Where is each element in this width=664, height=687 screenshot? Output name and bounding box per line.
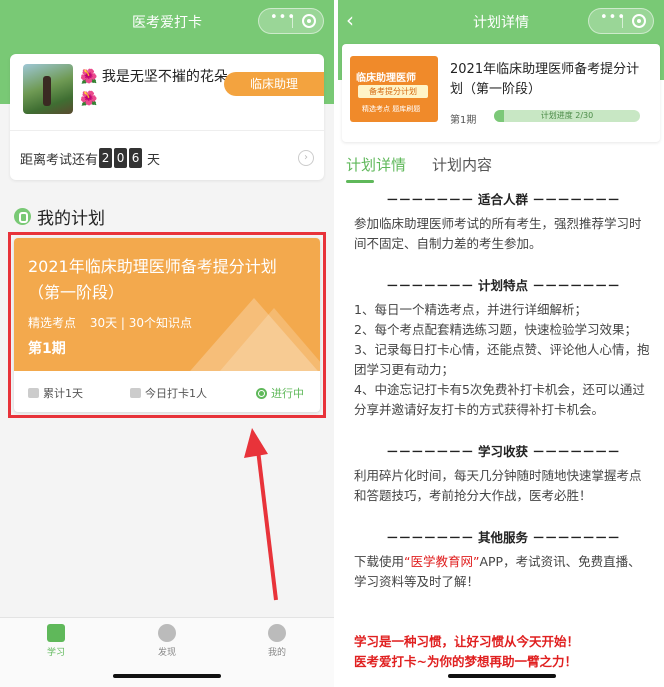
slogan: 学习是一种习惯，让好习惯从今天开始！ 医考爱打卡~为你的梦想再助一臂之力！ [354, 632, 654, 672]
annotation-arrow [244, 428, 278, 601]
home-indicator [448, 674, 556, 678]
progress-text: 计划进度 2/30 [540, 111, 594, 120]
feature-line: 1、每日一个精选考点，并进行详细解析； [354, 302, 587, 317]
capsule-divider [622, 15, 623, 28]
tab-plan-content[interactable]: 计划内容 [432, 154, 492, 175]
active-tab-indicator [346, 180, 374, 183]
slogan-line-1: 学习是一种习惯，让好习惯从今天开始！ [354, 634, 580, 649]
section-heading: －－－－－－－ 计划特点 －－－－－－－ [386, 278, 620, 293]
section-benefits: －－－－－－－ 学习收获 －－－－－－－ 利用碎片化时间，每天几分钟随时随地快速… [354, 442, 652, 506]
section-text: 下载使用“医学教育网”APP，考试资讯、免费直播、学习资料等及时了解！ [354, 552, 652, 592]
section-heading: －－－－－－－ 适合人群 －－－－－－－ [386, 192, 620, 207]
services-prefix: 下载使用 [354, 554, 405, 569]
course-thumbnail: 临床助理医师 备考提分计划 精选考点 题库刷题 [350, 56, 438, 122]
thumb-subtitle: 备考提分计划 [358, 85, 428, 98]
arrow-head [244, 428, 268, 458]
section-services: －－－－－－－ 其他服务 －－－－－－－ 下载使用“医学教育网”APP，考试资讯… [354, 528, 652, 592]
detail-tabs: 计划详情 计划内容 [346, 154, 656, 184]
feature-line: 2、每个考点配套精选练习题，快速检验学习效果； [354, 322, 637, 337]
course-title: 2021年临床助理医师备考提分计划（第一阶段） [450, 62, 640, 97]
nav-bar: ‹ 计划详情 ••• [338, 0, 664, 44]
slogan-line-2: 医考爱打卡~为你的梦想再助一臂之力！ [354, 654, 577, 669]
thumb-title: 临床助理医师 [356, 73, 416, 84]
close-target-icon[interactable] [632, 14, 646, 28]
arrow-shaft [256, 449, 278, 601]
section-heading: －－－－－－－ 其他服务 －－－－－－－ [386, 530, 620, 545]
section-audience: －－－－－－－ 适合人群 －－－－－－－ 参加临床助理医师考试的所有考生，强烈推… [354, 190, 652, 254]
plan-description: －－－－－－－ 适合人群 －－－－－－－ 参加临床助理医师考试的所有考生，强烈推… [354, 190, 652, 614]
feature-line: 4、中途忘记打卡有5次免费补打卡机会，还可以通过分享并邀请好友打卡的方式获得补打… [354, 382, 645, 417]
section-text: 利用碎片化时间，每天几分钟随时随地快速掌握考点和答题技巧，考前抢分大作战，医考必… [354, 468, 642, 503]
thumb-tagline: 精选考点 题库刷题 [362, 105, 421, 113]
plan-progress-bar: 计划进度 2/30 [494, 110, 640, 122]
section-features: －－－－－－－ 计划特点 －－－－－－－ 1、每日一个精选考点，并进行详细解析；… [354, 276, 652, 420]
right-screen: ‹ 计划详情 ••• 临床助理医师 备考提分计划 精选考点 题库刷题 2021年… [338, 0, 664, 687]
course-period: 第1期 [450, 115, 477, 126]
tab-plan-details[interactable]: 计划详情 [346, 154, 406, 175]
section-heading: －－－－－－－ 学习收获 －－－－－－－ [386, 444, 620, 459]
section-text: 参加临床助理医师考试的所有考生，强烈推荐学习时间不固定、自制力差的考生参加。 [354, 216, 642, 251]
app-name-link: “医学教育网” [404, 554, 480, 569]
mini-program-capsule[interactable]: ••• [588, 8, 654, 34]
feature-line: 3、记录每日打卡心情，还能点赞、评论他人心情，抱团学习更有动力； [354, 342, 650, 377]
course-card: 临床助理医师 备考提分计划 精选考点 题库刷题 2021年临床助理医师备考提分计… [342, 44, 660, 142]
